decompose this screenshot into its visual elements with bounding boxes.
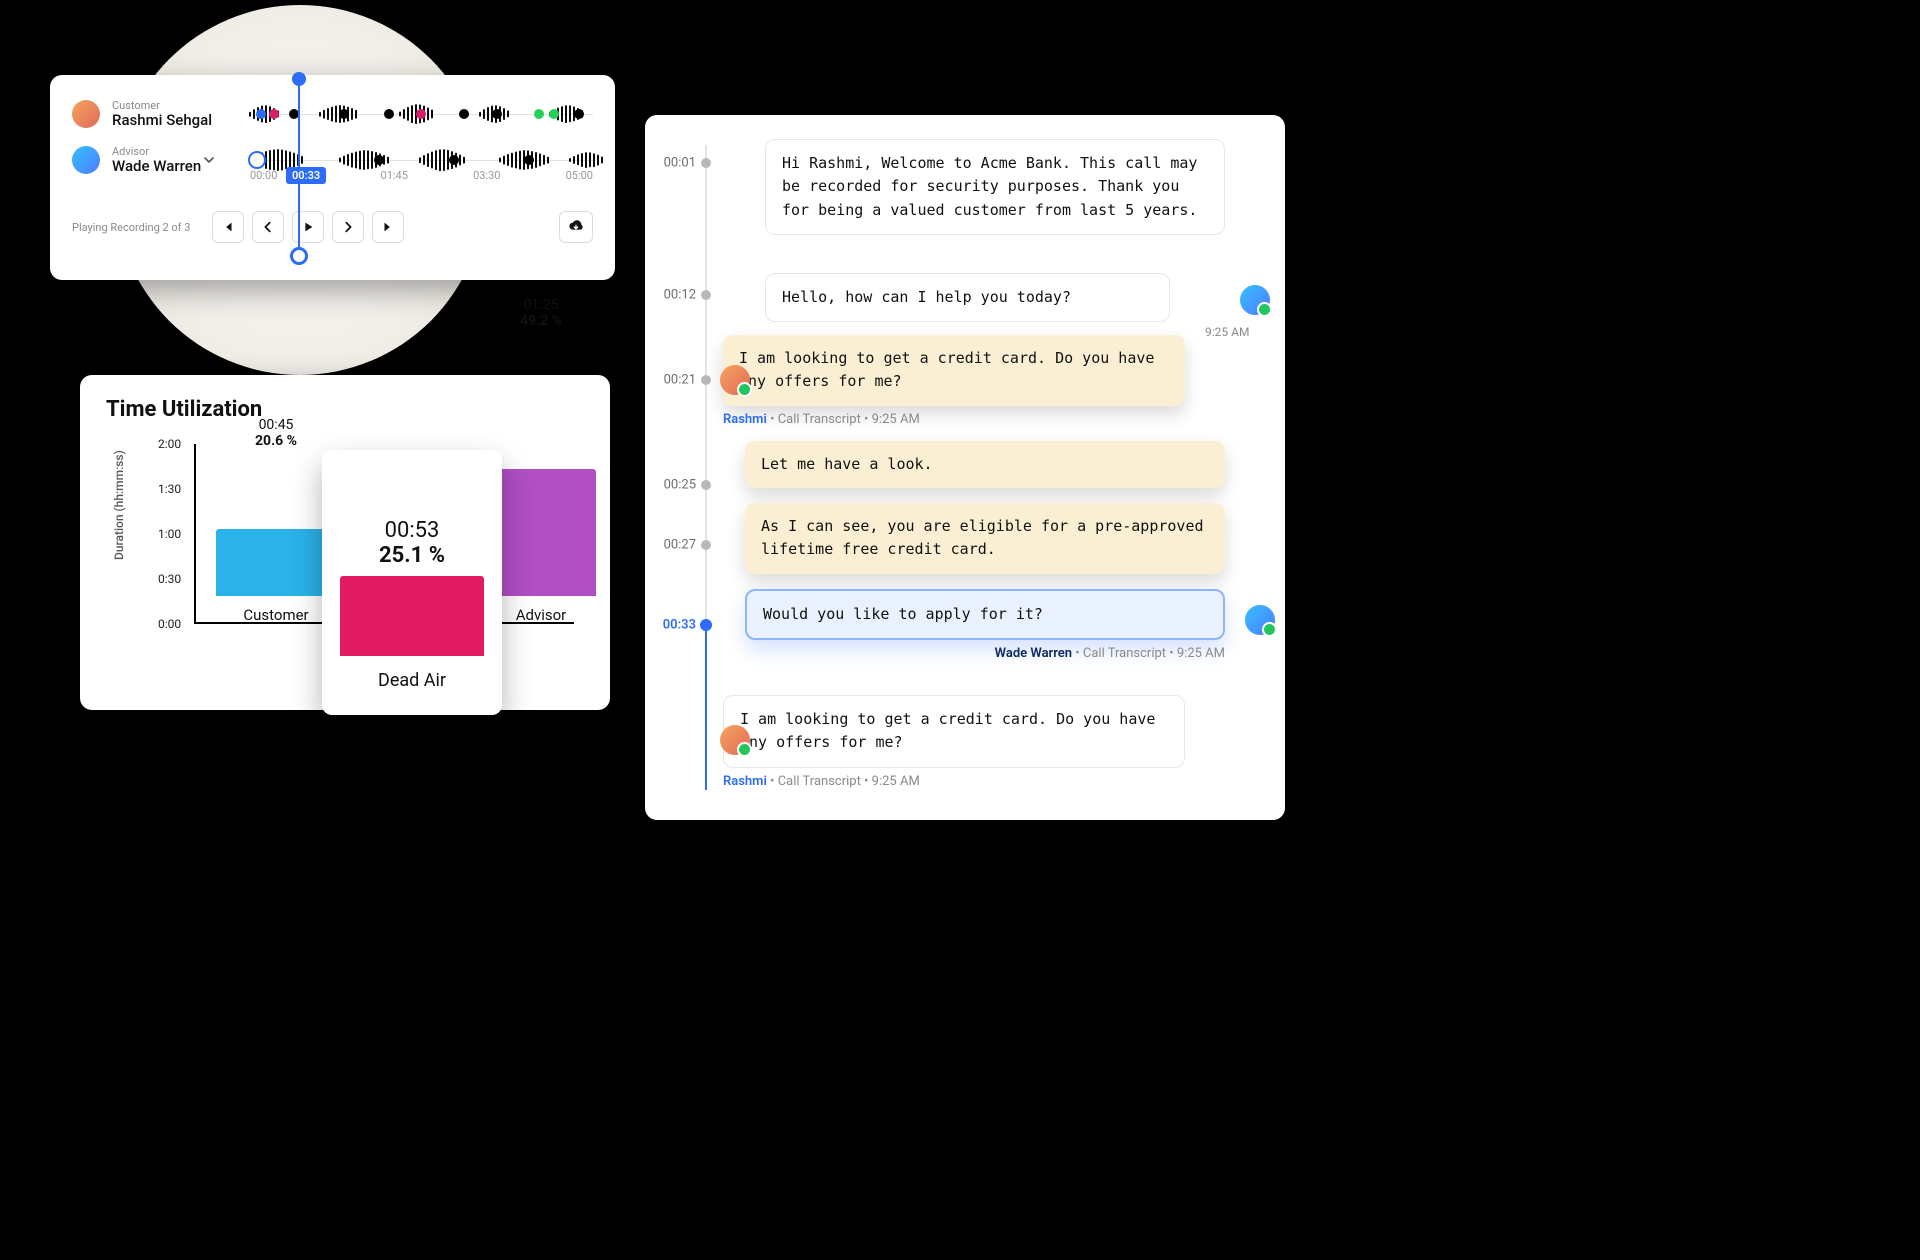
customer-waveform[interactable] — [249, 101, 593, 127]
bar-advisor: 01:25 49.2 % Advisor — [486, 469, 596, 624]
recording-status: Playing Recording 2 of 3 — [72, 221, 202, 234]
bar-advisor-duration: 01:25 — [486, 297, 596, 313]
bar-customer: 00:45 20.6 % Customer — [216, 529, 336, 624]
time-4: 00:25 — [651, 478, 696, 493]
msg-2-time: 9:25 AM — [1205, 325, 1249, 339]
ytick-3: 1:30 — [158, 482, 181, 496]
advisor-avatar — [72, 146, 100, 174]
customer-avatar-bubble-1 — [720, 365, 750, 395]
msg-3-meta: Rashmi • Call Transcript • 9:25 AM — [723, 412, 1185, 427]
bar-deadair-popout: 00:53 25.1 % Dead Air — [322, 450, 502, 715]
msg-6-meta: Wade Warren • Call Transcript • 9:25 AM — [745, 646, 1225, 661]
skip-forward-button[interactable] — [372, 211, 404, 243]
ytick-4: 2:00 — [158, 437, 181, 451]
bar-advisor-rect — [486, 469, 596, 596]
prev-button[interactable] — [252, 211, 284, 243]
advisor-avatar-bubble-2 — [1245, 605, 1275, 635]
tick-3: 05:00 — [566, 169, 593, 182]
msg-4[interactable]: Let me have a look. — [745, 441, 1225, 488]
bar-customer-duration: 00:45 — [216, 417, 336, 433]
ytick-0: 0:00 — [158, 617, 181, 631]
bar-advisor-label: Advisor — [486, 606, 596, 624]
tick-2: 03:30 — [473, 169, 500, 182]
bar-customer-rect — [216, 529, 336, 596]
time-6-current: 00:33 — [651, 618, 696, 633]
tick-0: 00:00 — [250, 169, 277, 182]
time-2: 00:12 — [651, 288, 696, 303]
advisor-role-label: Advisor — [112, 146, 201, 158]
customer-avatar-bubble-2 — [720, 725, 750, 755]
msg-2[interactable]: Hello, how can I help you today? — [765, 273, 1170, 322]
timeline-ticks: 00:00 01:45 03:30 05:00 — [250, 169, 593, 182]
chevron-down-icon — [203, 154, 215, 166]
customer-role-label: Customer — [112, 100, 237, 112]
time-1: 00:01 — [651, 156, 696, 171]
advisor-name: Wade Warren — [112, 158, 201, 175]
next-button[interactable] — [332, 211, 364, 243]
msg-5[interactable]: As I can see, you are eligible for a pre… — [745, 503, 1225, 574]
customer-avatar — [72, 100, 100, 128]
chart-title: Time Utilization — [106, 397, 584, 422]
bar-deadair-rect — [340, 576, 484, 656]
customer-identity: Customer Rashmi Sehgal — [112, 100, 237, 129]
audio-player-card: Customer Rashmi Sehgal Advisor Wade Warr… — [50, 75, 615, 280]
skip-back-button[interactable] — [212, 211, 244, 243]
tick-1: 01:45 — [381, 169, 408, 182]
advisor-identity[interactable]: Advisor Wade Warren — [112, 146, 237, 175]
bar-customer-label: Customer — [216, 606, 336, 624]
ytick-2: 1:00 — [158, 527, 181, 541]
bar-advisor-percent: 49.2 % — [486, 313, 596, 329]
msg-6-current[interactable]: Would you like to apply for it? — [745, 589, 1225, 640]
time-3: 00:21 — [651, 373, 696, 388]
bar-deadair-duration: 00:53 — [340, 518, 484, 543]
chart-y-axis — [194, 444, 196, 624]
play-button[interactable] — [292, 211, 324, 243]
msg-7-meta: Rashmi • Call Transcript • 9:25 AM — [723, 774, 1185, 789]
transcript-card: 00:01 00:12 00:21 00:25 00:27 00:33 Hi R… — [645, 115, 1285, 820]
msg-3[interactable]: I am looking to get a credit card. Do yo… — [723, 335, 1185, 406]
loop-marker-icon[interactable] — [248, 151, 266, 169]
chart-y-axis-label: Duration (hh:mm:ss) — [112, 451, 126, 561]
bar-customer-percent: 20.6 % — [216, 433, 336, 449]
advisor-avatar-bubble — [1240, 285, 1270, 315]
msg-7[interactable]: I am looking to get a credit card. Do yo… — [723, 695, 1185, 768]
transcript-timeline — [705, 145, 707, 790]
download-button[interactable] — [559, 211, 593, 243]
bar-deadair-label: Dead Air — [340, 670, 484, 691]
transcript-timeline-live — [705, 620, 707, 790]
customer-name: Rashmi Sehgal — [112, 112, 237, 129]
time-5: 00:27 — [651, 538, 696, 553]
ytick-1: 0:30 — [158, 572, 181, 586]
msg-1[interactable]: Hi Rashmi, Welcome to Acme Bank. This ca… — [765, 139, 1225, 235]
bar-deadair-percent: 25.1 % — [340, 543, 484, 568]
